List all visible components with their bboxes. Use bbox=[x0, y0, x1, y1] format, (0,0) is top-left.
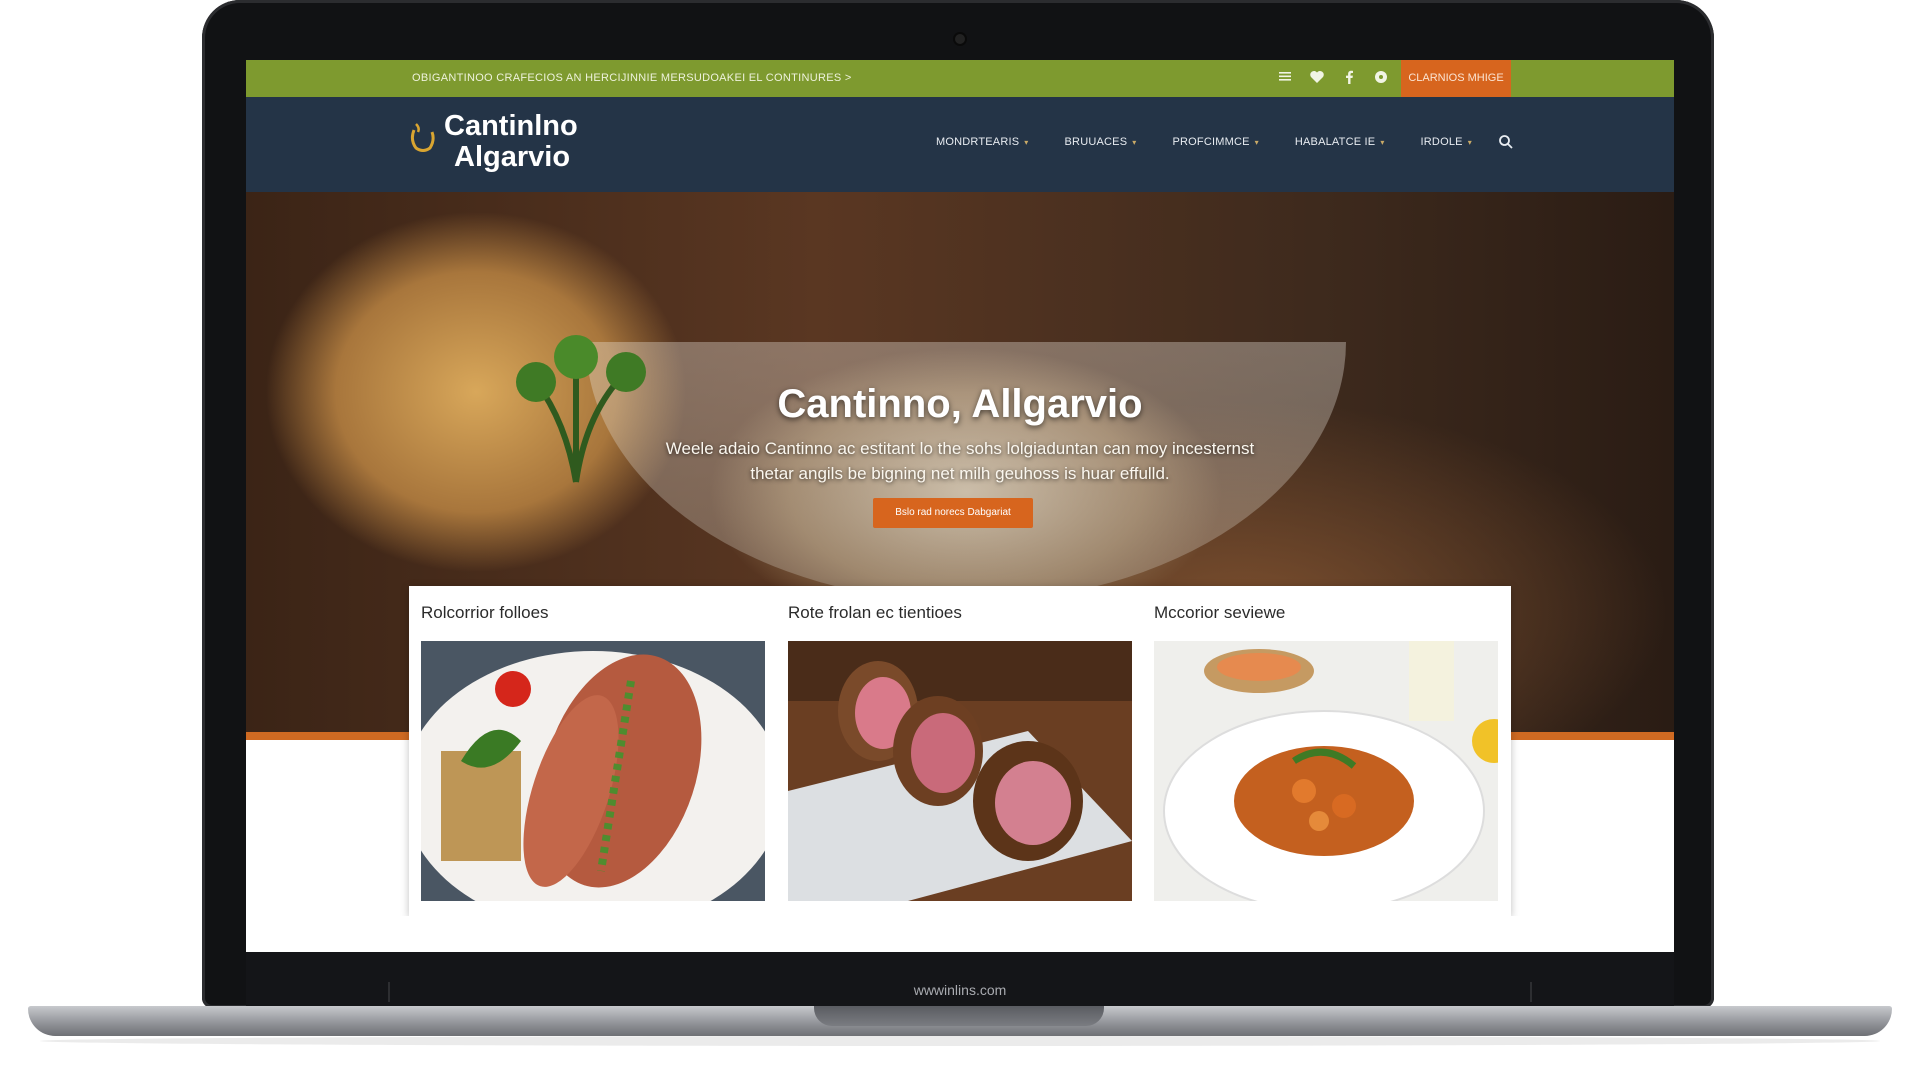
chevron-down-icon: ▾ bbox=[1254, 137, 1259, 147]
laptop-shadow bbox=[40, 1036, 1880, 1046]
nav-item-label: PROFCIMMCE bbox=[1172, 136, 1250, 148]
chevron-down-icon: ▾ bbox=[1467, 137, 1472, 147]
nav-item-2[interactable]: BRUUACES ▾ bbox=[1065, 136, 1137, 148]
logo-text-line1[interactable]: Cantinlno bbox=[444, 110, 578, 143]
hero-subtitle: Weele adaio Cantinno ac estitant lo the … bbox=[665, 439, 1255, 483]
chevron-down-icon: ▾ bbox=[1380, 137, 1385, 147]
nav-item-label: IRDOLE bbox=[1420, 136, 1463, 148]
announcement-bar: OBIGANTINOO CRAFECIOS AN HERCIJINNIE MER… bbox=[246, 60, 1674, 97]
nav-item-label: HABALATCE IE bbox=[1294, 136, 1376, 148]
dish-card-title[interactable]: Rolcorrior folloes bbox=[421, 603, 549, 623]
nav-item-1[interactable]: MONDRTEARIS ▾ bbox=[936, 136, 1029, 148]
below-fold-area bbox=[246, 916, 1674, 952]
social-icons bbox=[1276, 69, 1390, 87]
bezel-seam-right bbox=[1530, 982, 1532, 1002]
dish-card[interactable]: Mccorior seviewe bbox=[1142, 586, 1498, 916]
dish-card-image[interactable] bbox=[421, 641, 765, 901]
dish-card-image[interactable] bbox=[1154, 641, 1498, 901]
chevron-down-icon: ▾ bbox=[1132, 137, 1137, 147]
laptop-notch bbox=[814, 1006, 1104, 1026]
facebook-icon[interactable] bbox=[1340, 69, 1358, 87]
heart-icon[interactable] bbox=[1308, 69, 1326, 87]
camera-icon bbox=[955, 34, 965, 44]
laptop-bezel bbox=[246, 952, 1674, 1008]
nav-item-label: BRUUACES bbox=[1064, 136, 1128, 148]
search-icon[interactable] bbox=[1498, 134, 1514, 150]
logo-icon[interactable] bbox=[408, 120, 438, 154]
hero-title: Cantinno, Allgarvio bbox=[777, 382, 1143, 426]
bezel-seam-left bbox=[388, 982, 390, 1002]
dish-card-image[interactable] bbox=[788, 641, 1132, 901]
dish-card[interactable]: Rolcorrior folloes bbox=[409, 586, 765, 916]
featured-dishes: Rolcorrior folloes Rote frolan ec tienti… bbox=[409, 586, 1511, 916]
dish-card[interactable]: Rote frolan ec tientioes bbox=[776, 586, 1132, 916]
menu-icon[interactable] bbox=[1276, 69, 1294, 87]
header-cta-button[interactable]: CLARNIOS MHIGE bbox=[1401, 60, 1511, 97]
hero-cta-button[interactable]: Bslo rad norecs Dabgariat bbox=[873, 498, 1033, 528]
chat-icon[interactable] bbox=[1372, 69, 1390, 87]
dish-card-title[interactable]: Mccorior seviewe bbox=[1154, 603, 1285, 623]
nav-item-3[interactable]: PROFCIMMCE ▾ bbox=[1172, 136, 1258, 148]
primary-nav: MONDRTEARIS ▾ BRUUACES ▾ PROFCIMMCE ▾ HABAL… bbox=[936, 136, 1472, 148]
laptop-label: wwwinlins.com bbox=[913, 982, 1007, 998]
nav-item-label: MONDRTEARIS bbox=[936, 136, 1020, 148]
website-screen: OBIGANTINOO CRAFECIOS AN HERCIJINNIE MER… bbox=[246, 60, 1674, 952]
announcement-text[interactable]: OBIGANTINOO CRAFECIOS AN HERCIJINNIE MER… bbox=[412, 72, 852, 84]
chevron-down-icon: ▾ bbox=[1024, 137, 1029, 147]
nav-item-4[interactable]: HABALATCE IE ▾ bbox=[1295, 136, 1385, 148]
logo-text-line2[interactable]: Algarvio bbox=[454, 141, 570, 174]
nav-item-5[interactable]: IRDOLE ▾ bbox=[1421, 136, 1472, 148]
dish-card-title[interactable]: Rote frolan ec tientioes bbox=[788, 603, 962, 623]
